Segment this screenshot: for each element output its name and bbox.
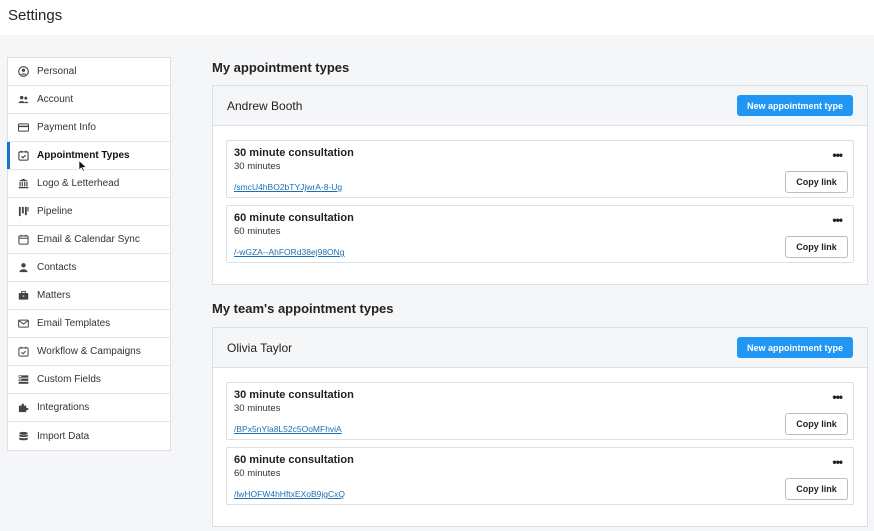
sidebar-item-label: Account: [37, 94, 74, 105]
panel-header: Andrew Booth New appointment type: [213, 86, 867, 126]
sidebar-item-personal[interactable]: Personal: [8, 58, 170, 86]
booking-link[interactable]: /BPx5nYla8L52c5OoMFhviA: [234, 424, 342, 434]
calendar-check-icon: [16, 346, 30, 358]
appointment-duration: 30 minutes: [234, 161, 281, 172]
appointment-title: 60 minute consultation: [234, 454, 354, 466]
briefcase-icon: [16, 290, 30, 302]
appointment-title: 60 minute consultation: [234, 212, 354, 224]
owner-name: Olivia Taylor: [227, 340, 293, 355]
sidebar-item-label: Integrations: [37, 402, 90, 413]
appointment-title: 30 minute consultation: [234, 389, 354, 401]
team-appointment-types-panel: Olivia Taylor New appointment type 30 mi…: [212, 327, 868, 527]
appointment-duration: 60 minutes: [234, 468, 281, 479]
more-options-icon[interactable]: •••: [832, 390, 843, 404]
new-appointment-type-button[interactable]: New appointment type: [736, 337, 853, 358]
more-options-icon[interactable]: •••: [832, 148, 843, 162]
appointment-type-card: 30 minute consultation 30 minutes /BPx5n…: [226, 382, 854, 440]
sidebar-item-custom-fields[interactable]: Custom Fields: [8, 366, 170, 394]
sidebar-item-label: Custom Fields: [37, 374, 101, 385]
bank-icon: [16, 178, 30, 190]
copy-link-button[interactable]: Copy link: [785, 413, 848, 435]
sidebar-item-email-templates[interactable]: Email Templates: [8, 310, 170, 338]
sidebar-item-label: Contacts: [37, 262, 77, 273]
sidebar-item-pipeline[interactable]: Pipeline: [8, 198, 170, 226]
copy-link-button[interactable]: Copy link: [785, 236, 848, 258]
appointment-type-card: 60 minute consultation 60 minutes /-wGZA…: [226, 205, 854, 263]
sidebar-item-integrations[interactable]: Integrations: [8, 394, 170, 422]
more-options-icon[interactable]: •••: [832, 455, 843, 469]
settings-sidebar: Personal Account Payment Info Appointmen…: [7, 57, 171, 451]
sidebar-item-payment-info[interactable]: Payment Info: [8, 114, 170, 142]
calendar-icon: [16, 234, 30, 246]
sidebar-item-label: Matters: [37, 290, 71, 301]
more-options-icon[interactable]: •••: [832, 213, 843, 227]
database-icon: [16, 430, 30, 442]
sidebar-item-label: Pipeline: [37, 206, 73, 217]
booking-link[interactable]: /lwHOFW4hHftxEXoB9jgCxQ: [234, 489, 345, 499]
sidebar-item-email-calendar-sync[interactable]: Email & Calendar Sync: [8, 226, 170, 254]
appointment-type-card: 60 minute consultation 60 minutes /lwHOF…: [226, 447, 854, 505]
top-bar: Settings: [0, 0, 874, 35]
sidebar-item-label: Import Data: [37, 430, 90, 442]
owner-name: Andrew Booth: [227, 98, 303, 113]
columns-icon: [16, 206, 30, 218]
my-appointment-types-heading: My appointment types: [212, 60, 350, 75]
appointment-duration: 60 minutes: [234, 226, 281, 237]
sidebar-item-label: Workflow & Campaigns: [37, 346, 141, 357]
appointment-duration: 30 minutes: [234, 403, 281, 414]
sidebar-item-import-data[interactable]: Import Data: [8, 422, 170, 450]
sidebar-item-account[interactable]: Account: [8, 86, 170, 114]
sidebar-item-label: Email & Calendar Sync: [37, 234, 140, 245]
sidebar-item-appointment-types[interactable]: Appointment Types: [7, 142, 170, 170]
sidebar-item-contacts[interactable]: Contacts: [8, 254, 170, 282]
sidebar-item-label: Personal: [37, 66, 77, 77]
sidebar-item-logo-letterhead[interactable]: Logo & Letterhead: [8, 170, 170, 198]
sidebar-item-label: Logo & Letterhead: [37, 178, 120, 189]
sidebar-item-matters[interactable]: Matters: [8, 282, 170, 310]
copy-link-button[interactable]: Copy link: [785, 478, 848, 500]
booking-link[interactable]: /-wGZA--AhFORd38ej98ONg: [234, 247, 345, 257]
panel-header: Olivia Taylor New appointment type: [213, 328, 867, 368]
appointment-type-card: 30 minute consultation 30 minutes /smcU4…: [226, 140, 854, 198]
booking-link[interactable]: /smcU4hBO2bTYJjwrA-8-Ug: [234, 182, 342, 192]
credit-card-icon: [16, 122, 30, 134]
sidebar-item-workflow-campaigns[interactable]: Workflow & Campaigns: [8, 338, 170, 366]
appointment-title: 30 minute consultation: [234, 147, 354, 159]
mouse-pointer-icon: [78, 160, 88, 172]
sidebar-item-label: Email Templates: [37, 318, 111, 329]
user-circle-icon: [16, 66, 30, 78]
fields-icon: [16, 374, 30, 386]
person-icon: [16, 262, 30, 274]
new-appointment-type-button[interactable]: New appointment type: [736, 95, 853, 116]
puzzle-icon: [16, 402, 30, 414]
copy-link-button[interactable]: Copy link: [785, 171, 848, 193]
team-appointment-types-heading: My team's appointment types: [212, 301, 394, 316]
my-appointment-types-panel: Andrew Booth New appointment type 30 min…: [212, 85, 868, 285]
users-icon: [16, 94, 30, 106]
page-title: Settings: [8, 7, 63, 24]
envelope-icon: [16, 318, 30, 330]
sidebar-item-label: Payment Info: [37, 122, 96, 133]
calendar-check-icon: [16, 150, 30, 162]
